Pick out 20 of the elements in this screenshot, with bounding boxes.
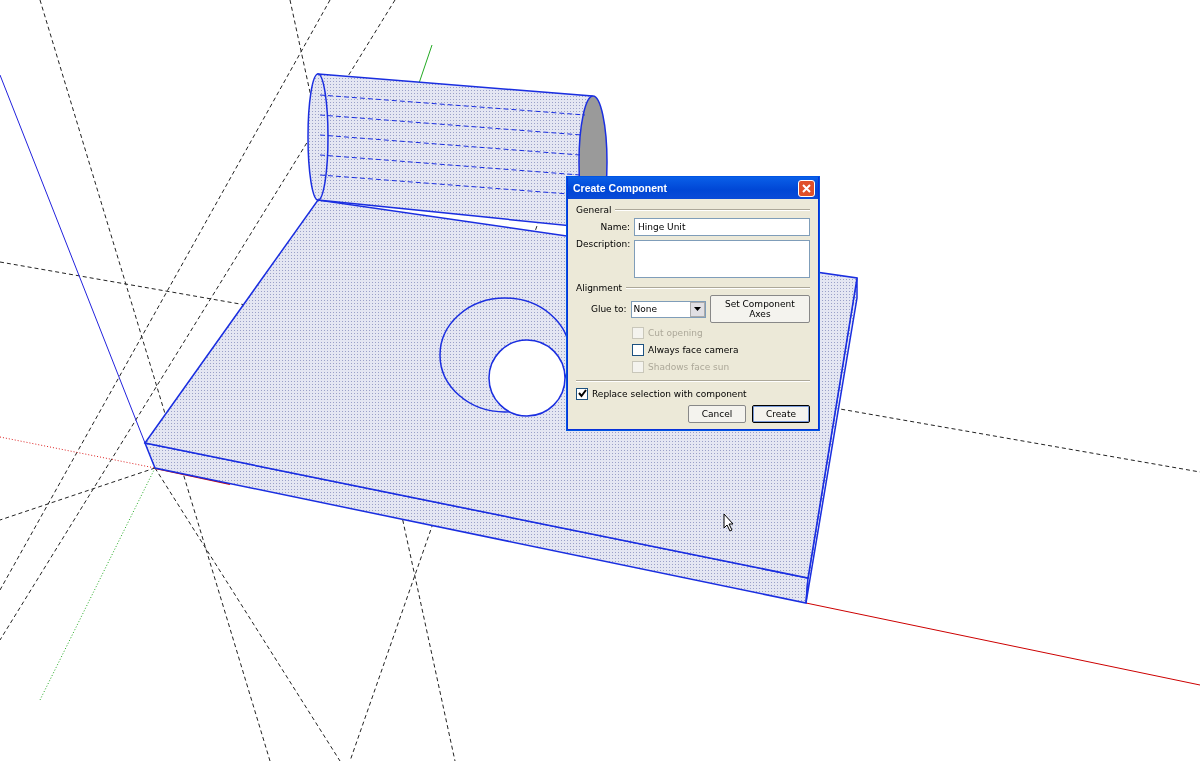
close-button[interactable] [798, 179, 815, 197]
checkbox[interactable] [632, 343, 644, 356]
dialog-button[interactable]: Cancel [688, 405, 746, 423]
caret-icon [693, 307, 701, 311]
checkbox[interactable] [576, 387, 588, 400]
field-label: Name: [599, 222, 630, 232]
checkbox-option[interactable]: Always face camera [632, 342, 810, 357]
checkbox-option[interactable]: Replace selection with component [576, 386, 810, 401]
mouse-cursor-icon [723, 513, 734, 532]
set-axes-button[interactable]: Set Component Axes [709, 295, 810, 323]
dialog-button[interactable]: Create [752, 405, 810, 423]
section-heading: General [576, 205, 612, 215]
section-heading: Alignment [576, 283, 623, 293]
field-label: Description: [576, 239, 630, 249]
window-title: Create Component [573, 182, 667, 194]
description-field[interactable] [634, 240, 810, 278]
field-label: Glue to: [589, 304, 627, 314]
name-field[interactable]: Hinge Unit [634, 218, 810, 236]
glue-dropdown[interactable]: None [630, 300, 706, 318]
close-icon [802, 183, 811, 193]
